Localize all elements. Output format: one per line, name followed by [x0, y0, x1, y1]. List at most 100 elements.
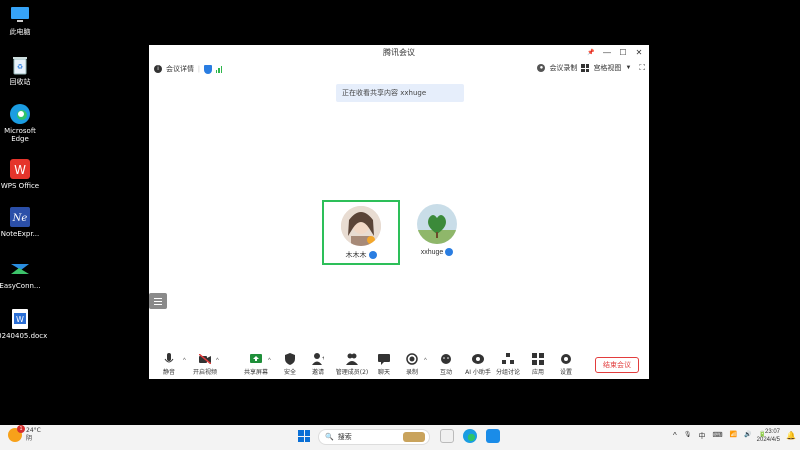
window-title: 腾讯会议	[383, 48, 415, 57]
desktop-icon-edge[interactable]: Microsoft Edge	[0, 103, 40, 143]
search-highlight-icon	[403, 432, 425, 442]
desktop-icon-label: EasyConn...	[0, 282, 41, 290]
end-meeting-button[interactable]: 结束会议	[595, 357, 639, 373]
gear-icon	[560, 353, 572, 365]
host-badge-icon	[367, 236, 375, 244]
start-button[interactable]	[298, 430, 310, 442]
recording-label[interactable]: 会议录制	[549, 63, 577, 73]
svg-text:♻: ♻	[17, 64, 23, 71]
desktop-icon-label: 此电脑	[9, 28, 31, 36]
desktop-icon-recycle-bin[interactable]: ♻ 回收站	[0, 54, 40, 86]
ai-assistant-button[interactable]: AI 小助手	[464, 353, 492, 376]
share-screen-icon	[250, 353, 262, 365]
participant-tile[interactable]: xxhuge	[398, 200, 476, 265]
desktop-icon-docx[interactable]: W 20240405.docx	[0, 308, 47, 340]
task-view-icon[interactable]	[440, 429, 454, 443]
wifi-icon[interactable]: 📶	[730, 431, 737, 441]
chevron-up-icon[interactable]: ^	[673, 431, 677, 441]
svg-text:+: +	[322, 356, 324, 362]
apps-button[interactable]: 应用	[524, 353, 552, 376]
signal-icon[interactable]	[215, 65, 223, 73]
desktop-icon-label: 20240405.docx	[0, 332, 48, 340]
chevron-up-icon[interactable]: ^	[268, 358, 271, 364]
divider: |	[198, 65, 200, 73]
chat-icon	[378, 353, 390, 365]
grid-view-icon	[581, 64, 590, 72]
avatar	[417, 204, 457, 244]
desktop-icon-label: NoteExpr...	[0, 230, 40, 238]
microphone-icon[interactable]: 🎙	[684, 431, 692, 441]
view-toggle[interactable]: 宫格视图	[593, 63, 621, 73]
notification-badge: 1	[17, 425, 25, 433]
settings-button[interactable]: 设置	[552, 353, 580, 376]
minimize-button[interactable]: —	[599, 45, 615, 59]
clock[interactable]: 23:07 2024/4/5	[757, 428, 780, 444]
participant-name: xxhuge	[420, 248, 444, 256]
participant-tile[interactable]: 木木木	[322, 200, 400, 265]
close-button[interactable]: ✕	[631, 45, 647, 59]
desktop-icon-label: Microsoft Edge	[4, 127, 36, 143]
weather-temp: 24°C	[26, 427, 41, 434]
volume-icon[interactable]: 🔊	[744, 431, 751, 441]
pin-icon[interactable]: 📌	[583, 45, 599, 59]
shield-icon[interactable]	[203, 64, 212, 74]
camera-off-icon	[199, 353, 211, 365]
edge-taskbar-icon[interactable]	[463, 429, 477, 443]
chevron-up-icon[interactable]: ^	[424, 358, 427, 364]
desktop-icon-noteexpress[interactable]: Ne NoteExpr...	[0, 206, 40, 238]
window-controls: 📌 — ☐ ✕	[583, 45, 647, 59]
meeting-info-button[interactable]: 会议详情	[166, 64, 194, 74]
members-icon	[346, 353, 358, 365]
weather-icon: 1	[8, 425, 25, 442]
invite-user-icon: +	[312, 353, 324, 365]
weather-condition: 阴	[26, 435, 33, 442]
video-button[interactable]: 开启视频	[191, 353, 219, 376]
share-screen-button[interactable]: 共享屏幕	[242, 353, 270, 376]
fullscreen-icon[interactable]: ⛶	[639, 63, 645, 73]
notification-bell-icon[interactable]: 🔔	[786, 431, 796, 441]
svg-text:Ne: Ne	[12, 213, 28, 224]
security-button[interactable]: 安全	[276, 353, 304, 376]
tencent-meeting-taskbar-icon[interactable]	[486, 429, 500, 443]
screen-share-notice: 正在收看共享内容 xxhuge	[336, 84, 464, 102]
noteexpress-icon: Ne	[9, 206, 31, 228]
taskbar-search[interactable]: 🔍 搜索	[318, 429, 430, 445]
clock-date: 2024/4/5	[756, 437, 780, 443]
record-button[interactable]: 录制	[398, 353, 426, 376]
interact-button[interactable]: 互动	[432, 353, 460, 376]
reaction-icon	[440, 353, 452, 365]
record-status-icon: ●	[537, 64, 546, 72]
desktop-icon-label: 回收站	[9, 78, 31, 86]
easyconnect-icon	[9, 258, 31, 280]
monitor-icon	[9, 4, 31, 26]
participant-name: 木木木	[345, 251, 367, 259]
keyboard-icon[interactable]: ⌨	[712, 431, 722, 441]
title-bar: 腾讯会议 📌 — ☐ ✕	[149, 45, 649, 60]
wps-icon: W	[9, 158, 31, 180]
meeting-toolbar: 静音 ^ 开启视频 ^ 共享屏幕 ^ 安全 + 邀请 管理成员(2) 聊天 录制…	[149, 351, 649, 379]
chevron-up-icon[interactable]: ^	[216, 358, 219, 364]
manage-members-button[interactable]: 管理成员(2)	[336, 353, 368, 376]
chat-button[interactable]: 聊天	[370, 353, 398, 376]
desktop-icon-this-pc[interactable]: 此电脑	[0, 4, 40, 36]
chevron-up-icon[interactable]: ^	[183, 358, 186, 364]
invite-button[interactable]: + 邀请	[304, 353, 332, 376]
search-icon: 🔍	[325, 433, 334, 441]
recycle-bin-icon: ♻	[9, 54, 31, 76]
weather-widget[interactable]: 1 24°C 阴	[8, 425, 41, 443]
apps-icon	[532, 353, 544, 365]
desktop-icon-easyconnect[interactable]: EasyConn...	[0, 258, 41, 290]
breakout-button[interactable]: 分组讨论	[494, 353, 522, 376]
chat-sidebar-toggle[interactable]	[149, 293, 167, 309]
verified-icon	[368, 251, 377, 259]
ai-assistant-icon	[472, 353, 484, 365]
clock-time: 23:07	[764, 429, 780, 435]
desktop-icon-wps[interactable]: W WPS Office	[0, 158, 40, 190]
mute-button[interactable]: 静音	[155, 353, 183, 376]
search-placeholder: 搜索	[337, 433, 352, 441]
info-bar: i 会议详情 | ● 会议录制 宫格视图 ▼ ⛶	[149, 62, 649, 76]
input-method-icon[interactable]: 中	[698, 431, 705, 441]
chevron-down-icon[interactable]: ▼	[625, 65, 631, 71]
maximize-button[interactable]: ☐	[615, 45, 631, 59]
word-doc-icon: W	[9, 308, 31, 330]
